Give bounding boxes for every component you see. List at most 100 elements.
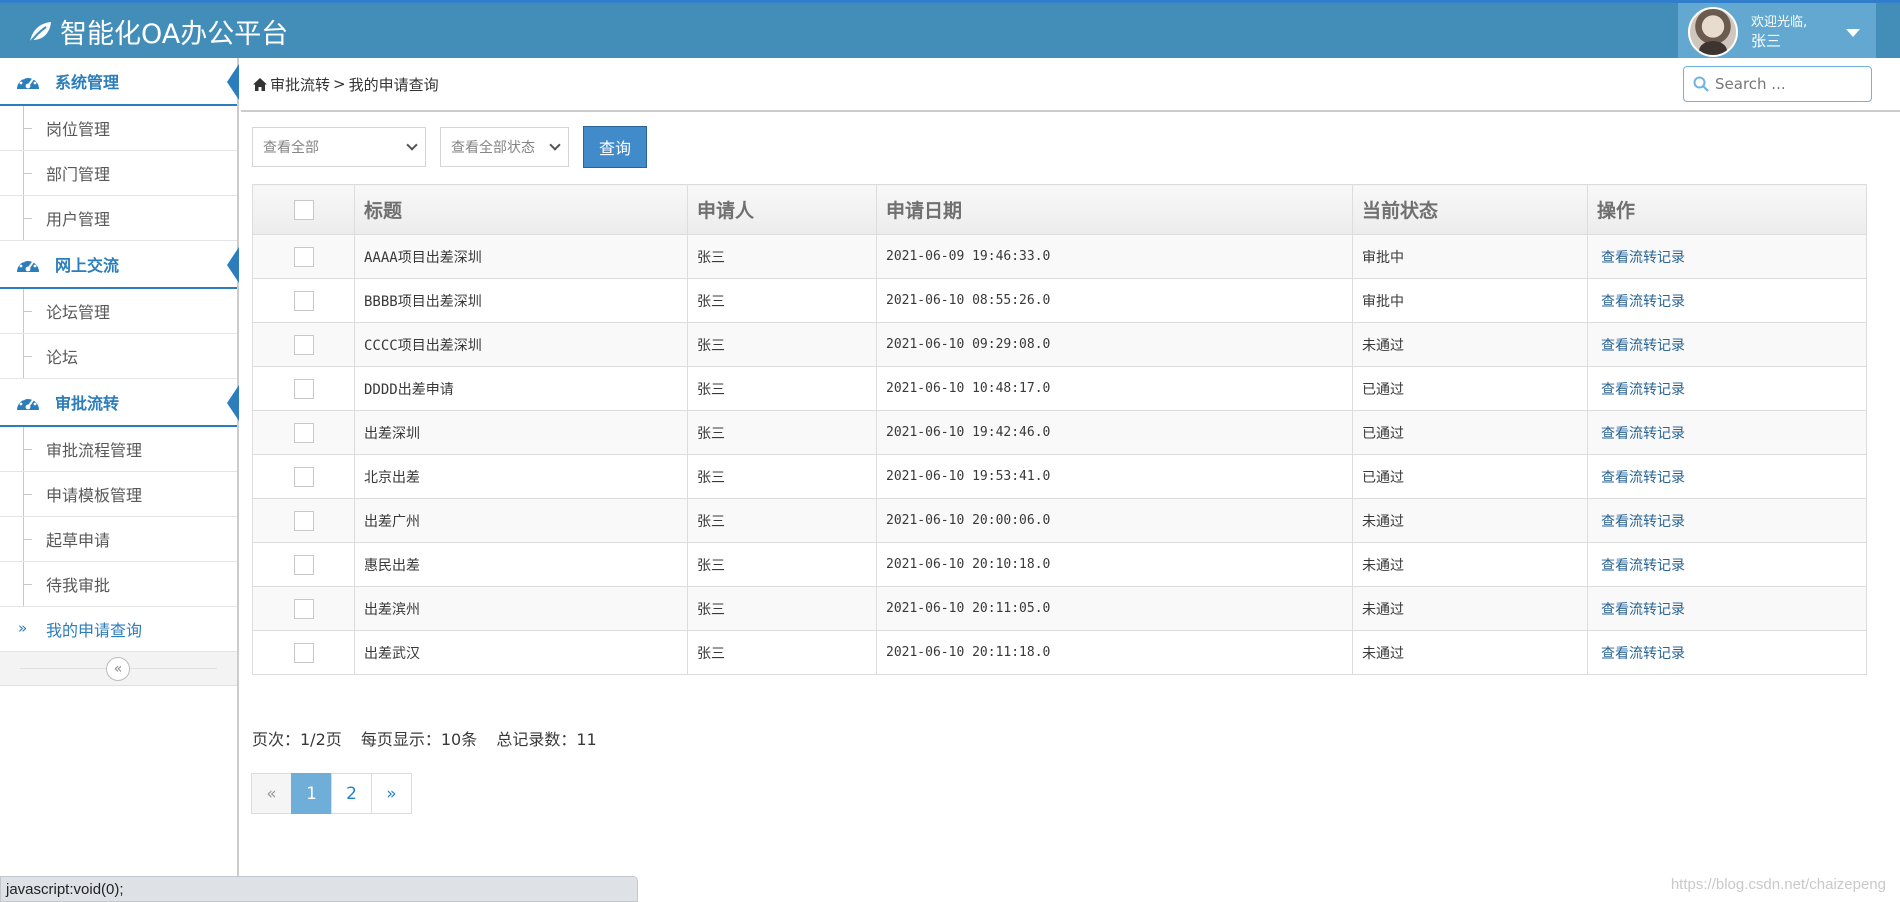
- cell-title: 出差武汉: [354, 630, 688, 675]
- cell-applicant: 张三: [687, 278, 877, 323]
- brand[interactable]: 智能化OA办公平台: [26, 12, 288, 51]
- sidebar-item-label: 审批流程管理: [46, 441, 143, 460]
- dashboard-icon: [17, 74, 39, 89]
- sidebar-group-label: 系统管理: [55, 73, 120, 92]
- view-flow-record-link[interactable]: 查看流转记录: [1601, 470, 1685, 486]
- view-flow-record-link[interactable]: 查看流转记录: [1601, 382, 1685, 398]
- sidebar-item-my-applications[interactable]: » 我的申请查询: [0, 607, 237, 652]
- row-checkbox[interactable]: [293, 466, 314, 487]
- page-info: 页次：1/2页 每页显示：10条 总记录数：11: [252, 726, 611, 750]
- view-flow-record-link[interactable]: 查看流转记录: [1601, 426, 1685, 442]
- status-select-value: 查看全部状态: [451, 140, 535, 156]
- sidebar-group-system[interactable]: 系统管理: [0, 58, 239, 106]
- row-checkbox[interactable]: [293, 334, 314, 355]
- row-checkbox[interactable]: [293, 554, 314, 575]
- cell-action: 查看流转记录: [1587, 366, 1867, 411]
- top-navbar: 智能化OA办公平台 欢迎光临, 张三: [0, 0, 1900, 60]
- row-checkbox[interactable]: [293, 422, 314, 443]
- row-select-cell: [252, 366, 355, 411]
- cell-title: BBBB项目出差深圳: [354, 278, 688, 323]
- row-checkbox[interactable]: [293, 598, 314, 619]
- sidebar-item-positions[interactable]: 岗位管理: [0, 106, 237, 151]
- row-checkbox[interactable]: [293, 510, 314, 531]
- template-select[interactable]: 查看全部: [252, 127, 426, 167]
- sidebar-group-forum[interactable]: 网上交流: [0, 241, 239, 289]
- sidebar-item-users[interactable]: 用户管理: [0, 196, 237, 241]
- row-checkbox[interactable]: [293, 290, 314, 311]
- cell-status: 已通过: [1352, 410, 1588, 455]
- table-row: AAAA项目出差深圳 张三 2021-06-09 19:46:33.0 审批中 查看流转…: [252, 234, 1867, 279]
- page-button-1[interactable]: 1: [291, 773, 332, 814]
- cell-applicant: 张三: [687, 410, 877, 455]
- header-action: 操作: [1587, 184, 1867, 235]
- view-flow-record-link[interactable]: 查看流转记录: [1601, 294, 1685, 310]
- table-row: 惠民出差 张三 2021-06-10 20:10:18.0 未通过 查看流转记录: [252, 542, 1867, 587]
- chevron-down-icon: [549, 139, 561, 151]
- sidebar-item-label: 岗位管理: [46, 120, 111, 139]
- page-button-2[interactable]: 2: [331, 773, 372, 814]
- row-select-cell: [252, 630, 355, 675]
- cell-date: 2021-06-10 08:55:26.0: [876, 278, 1353, 323]
- view-flow-record-link[interactable]: 查看流转记录: [1601, 646, 1685, 662]
- search-box[interactable]: [1683, 66, 1872, 102]
- row-checkbox[interactable]: [293, 378, 314, 399]
- view-flow-record-link[interactable]: 查看流转记录: [1601, 602, 1685, 618]
- row-select-cell: [252, 586, 355, 631]
- cell-action: 查看流转记录: [1587, 586, 1867, 631]
- row-checkbox[interactable]: [293, 642, 314, 663]
- view-flow-record-link[interactable]: 查看流转记录: [1601, 514, 1685, 530]
- select-all-checkbox[interactable]: [293, 200, 314, 220]
- avatar: [1688, 6, 1738, 57]
- next-page-button[interactable]: »: [371, 773, 412, 814]
- sidebar-item-template-management[interactable]: 申请模板管理: [0, 472, 237, 517]
- user-menu[interactable]: 欢迎光临, 张三: [1678, 3, 1876, 60]
- row-select-cell: [252, 278, 355, 323]
- sidebar-item-draft-application[interactable]: 起草申请: [0, 517, 237, 562]
- cell-date: 2021-06-10 19:42:46.0: [876, 410, 1353, 455]
- cell-title: CCCC项目出差深圳: [354, 322, 688, 367]
- table-header-row: 标题 申请人 申请日期 当前状态 操作: [252, 184, 1867, 235]
- chevron-down-icon: [406, 139, 418, 151]
- cell-title: 北京出差: [354, 454, 688, 499]
- sidebar-item-departments[interactable]: 部门管理: [0, 151, 237, 196]
- search-input[interactable]: [1715, 75, 1865, 93]
- cell-date: 2021-06-10 20:11:18.0: [876, 630, 1353, 675]
- breadcrumb-current: 我的申请查询: [348, 75, 439, 94]
- sidebar-item-label: 申请模板管理: [46, 486, 143, 505]
- total-records-text: 总记录数：11: [496, 730, 597, 749]
- sidebar: 系统管理 岗位管理 部门管理 用户管理 网上交流 论坛管理 论坛 审批流转 审批…: [0, 58, 239, 902]
- cell-title: 出差广州: [354, 498, 688, 543]
- view-flow-record-link[interactable]: 查看流转记录: [1601, 250, 1685, 266]
- caret-down-icon[interactable]: [1846, 29, 1860, 37]
- status-select[interactable]: 查看全部状态: [440, 127, 569, 167]
- sidebar-group-approval[interactable]: 审批流转: [0, 379, 239, 427]
- sidebar-item-pending-approval[interactable]: 待我审批: [0, 562, 237, 607]
- cell-status: 未通过: [1352, 322, 1588, 367]
- menu-arrow-icon: [227, 64, 239, 100]
- menu-arrow-icon: [227, 247, 239, 283]
- breadcrumb-parent[interactable]: 审批流转: [270, 74, 330, 95]
- sidebar-item-label: 论坛: [46, 348, 79, 367]
- cell-date: 2021-06-10 20:10:18.0: [876, 542, 1353, 587]
- cell-action: 查看流转记录: [1587, 498, 1867, 543]
- cell-applicant: 张三: [687, 454, 877, 499]
- sidebar-item-process-management[interactable]: 审批流程管理: [0, 427, 237, 472]
- double-chevron-left-icon[interactable]: «: [106, 657, 130, 681]
- table-row: BBBB项目出差深圳 张三 2021-06-10 08:55:26.0 审批中 查看流转…: [252, 278, 1867, 323]
- view-flow-record-link[interactable]: 查看流转记录: [1601, 338, 1685, 354]
- browser-status-bar: javascript:void(0);: [0, 876, 638, 902]
- sidebar-item-forum[interactable]: 论坛: [0, 334, 237, 379]
- table-row: CCCC项目出差深圳 张三 2021-06-10 09:29:08.0 未通过 查看流转…: [252, 322, 1867, 367]
- sidebar-item-forum-management[interactable]: 论坛管理: [0, 289, 237, 334]
- prev-page-button[interactable]: «: [251, 773, 292, 814]
- row-select-cell: [252, 322, 355, 367]
- cell-status: 已通过: [1352, 454, 1588, 499]
- header-applicant: 申请人: [687, 184, 877, 235]
- cell-status: 审批中: [1352, 234, 1588, 279]
- sidebar-item-label: 部门管理: [46, 165, 111, 184]
- row-checkbox[interactable]: [293, 246, 314, 267]
- dashboard-icon: [17, 395, 39, 410]
- view-flow-record-link[interactable]: 查看流转记录: [1601, 558, 1685, 574]
- row-select-cell: [252, 234, 355, 279]
- query-button[interactable]: 查询: [583, 126, 647, 168]
